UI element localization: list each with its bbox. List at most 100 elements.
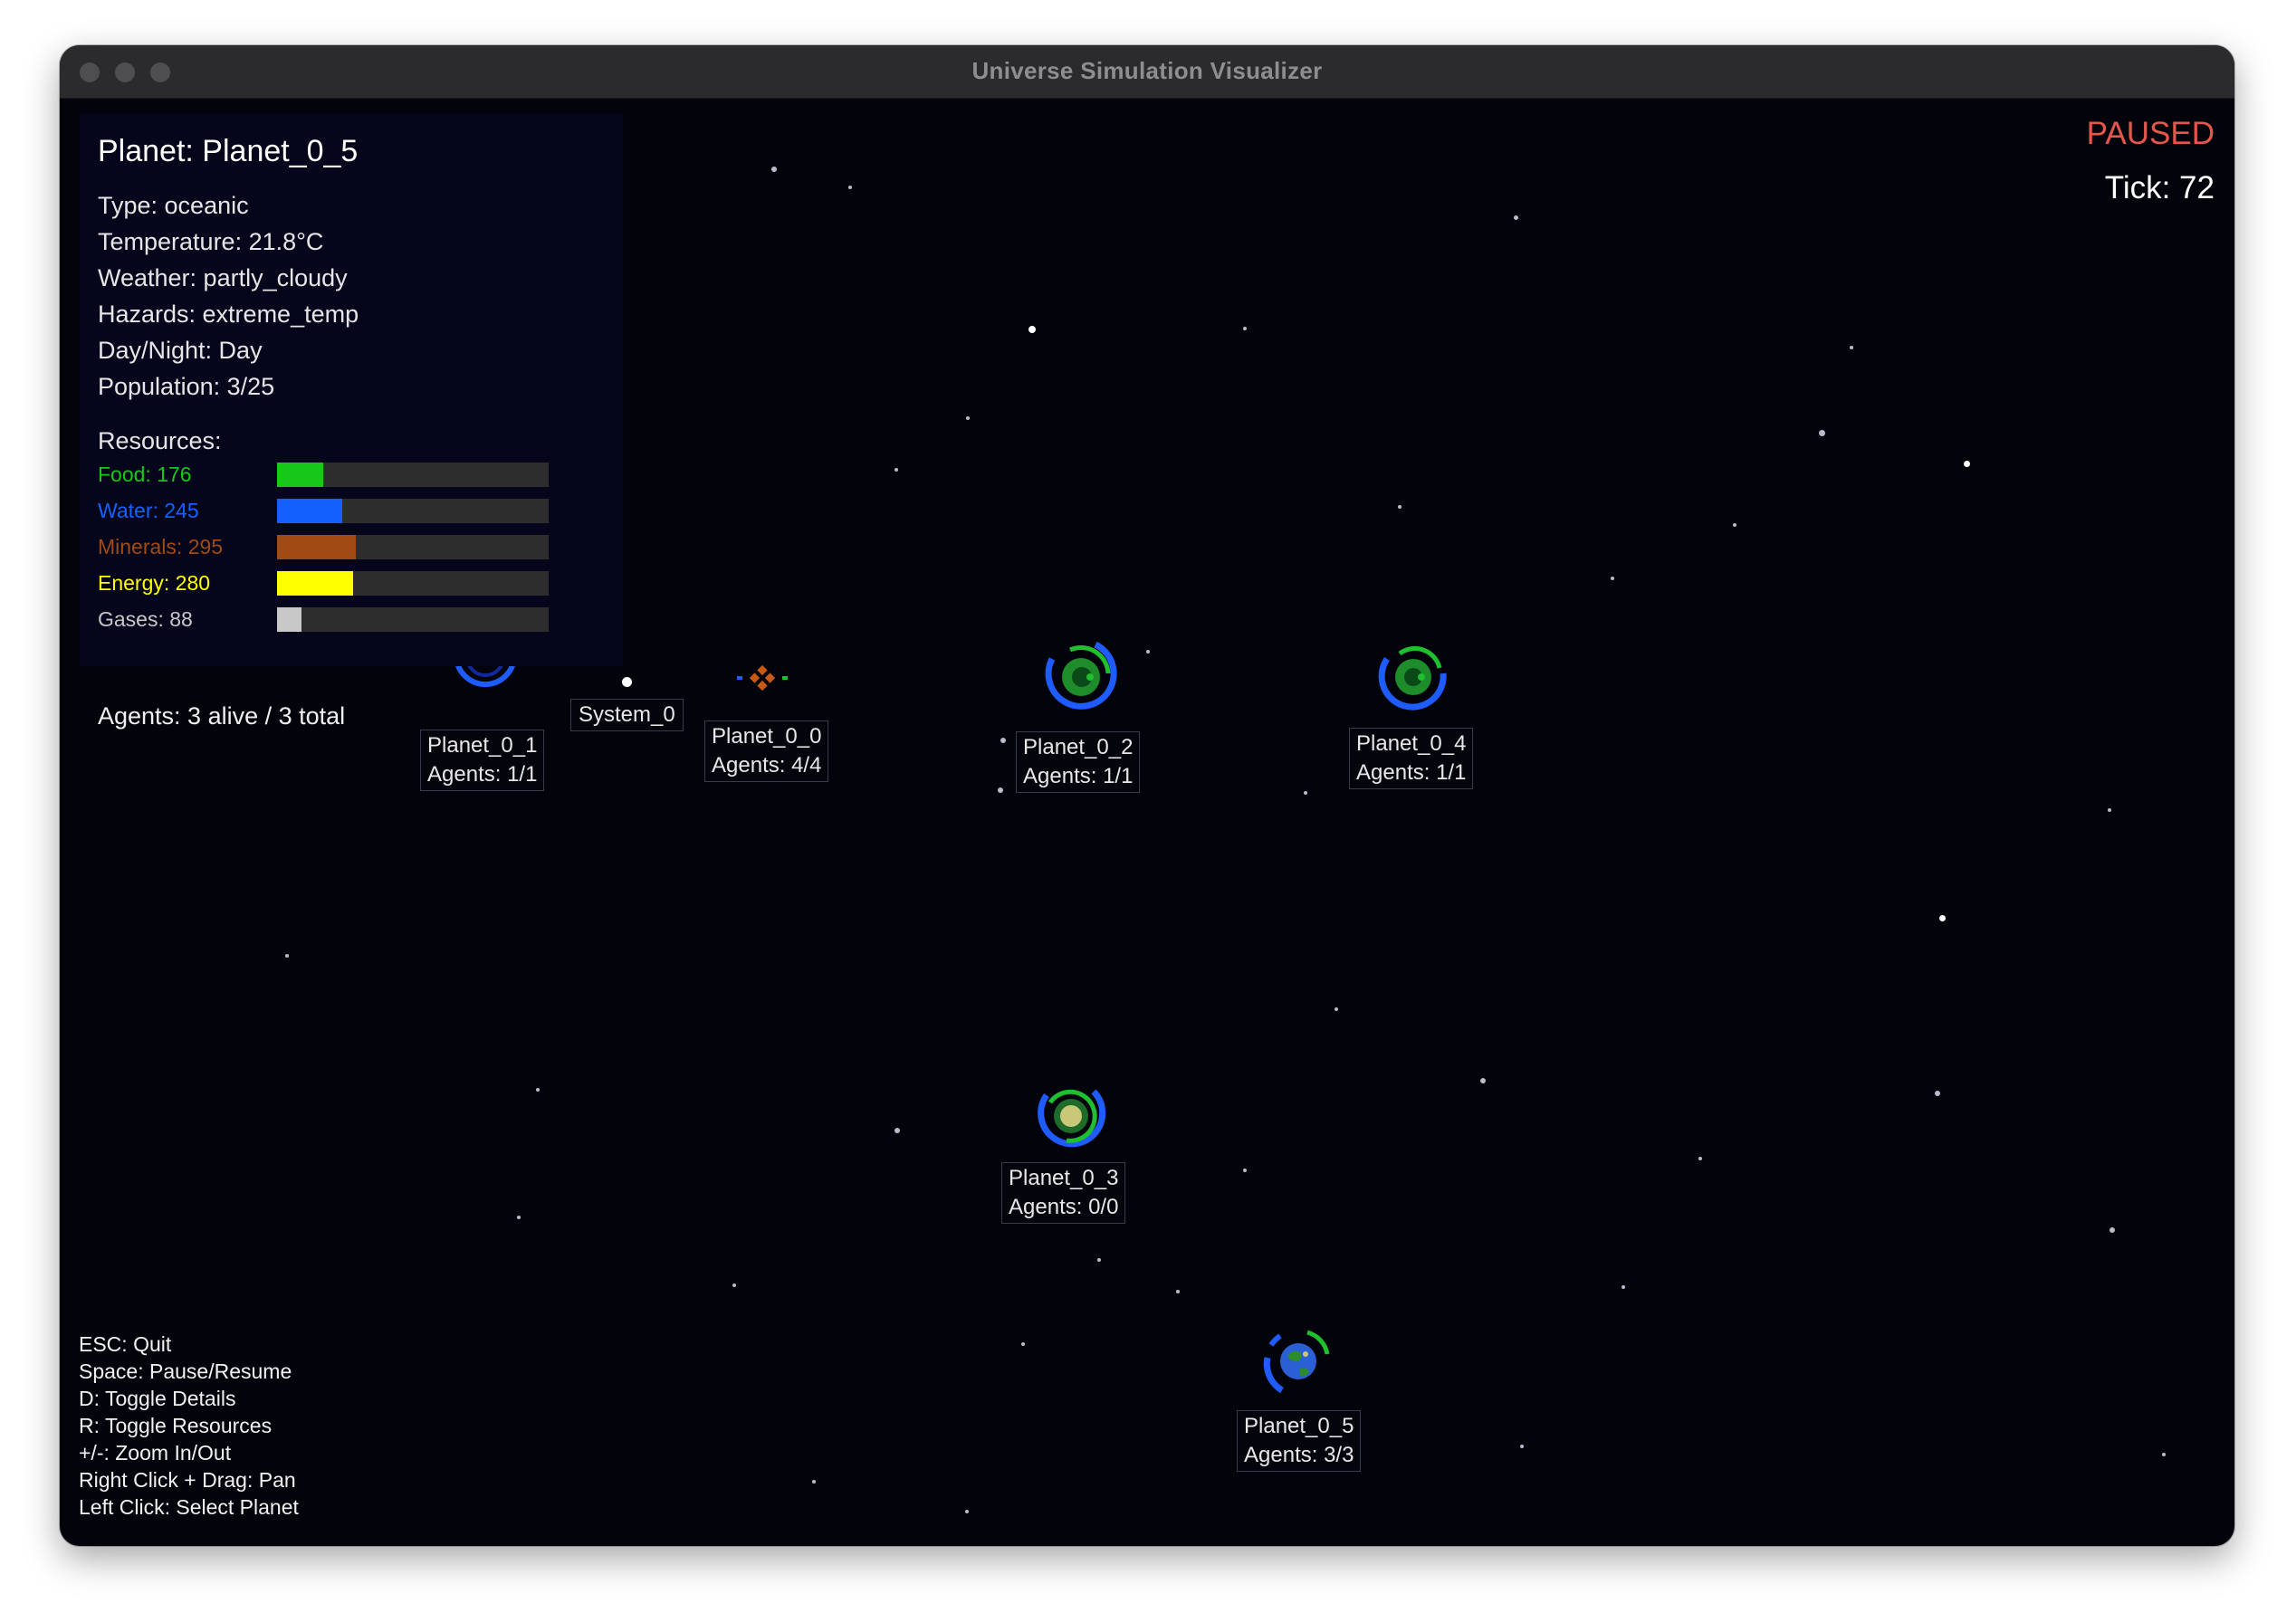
star — [1021, 1342, 1025, 1346]
tick-counter: Tick: 72 — [2104, 170, 2215, 205]
details-title: Planet: Planet_0_5 — [98, 134, 359, 168]
planet-agents: Agents: 1/1 — [1356, 760, 1467, 785]
control-hint: R: Toggle Resources — [79, 1414, 273, 1437]
planet-hazards: Hazards: extreme_temp — [98, 301, 359, 328]
control-hint: Left Click: Select Planet — [79, 1495, 299, 1519]
planet-population: Population: 3/25 — [98, 373, 275, 400]
gases-bar — [277, 607, 549, 632]
control-hint: ESC: Quit — [79, 1332, 172, 1356]
star — [1243, 327, 1247, 330]
controls-help: ESC: Quit Space: Pause/Resume D: Toggle … — [79, 1331, 299, 1521]
star — [1935, 1091, 1940, 1096]
planet-agents: Agents: 1/1 — [1023, 764, 1134, 788]
planet-weather: Weather: partly_cloudy — [98, 264, 348, 291]
gases-label: Gases: 88 — [98, 607, 193, 631]
control-hint: Space: Pause/Resume — [79, 1360, 292, 1383]
star — [285, 954, 289, 958]
star — [536, 1088, 540, 1092]
app-window: Universe Simulation Visualizer System_0 … — [60, 45, 2234, 1546]
star — [848, 186, 852, 189]
planet-agents: Agents: 0/0 — [1009, 1195, 1119, 1219]
star — [965, 1510, 969, 1513]
planet-day-night: Day/Night: Day — [98, 337, 263, 364]
star — [1964, 461, 1970, 467]
planet-name: Planet_0_4 — [1356, 731, 1467, 756]
planet-name: Planet_0_2 — [1023, 735, 1134, 759]
water-label: Water: 245 — [98, 499, 199, 522]
title-bar: Universe Simulation Visualizer — [60, 45, 2234, 99]
star — [1480, 1078, 1486, 1083]
star — [1514, 215, 1518, 220]
planet-name: Planet_0_5 — [1244, 1414, 1354, 1438]
planet-0-0-icon[interactable] — [735, 661, 789, 697]
food-label: Food: 176 — [98, 463, 192, 486]
water-bar-fill — [277, 499, 342, 523]
star — [812, 1480, 816, 1484]
star — [1398, 505, 1402, 509]
star — [1733, 523, 1736, 527]
planet-label: Planet_0_0 Agents: 4/4 — [704, 720, 829, 782]
star — [998, 787, 1003, 793]
star — [1000, 738, 1006, 743]
minerals-bar-fill — [277, 535, 356, 559]
energy-label: Energy: 280 — [98, 571, 211, 595]
planet-name: Planet_0_0 — [712, 724, 822, 749]
planet-0-3-icon[interactable] — [1030, 1075, 1112, 1157]
energy-bar-fill — [277, 571, 353, 596]
planet-temperature: Temperature: 21.8°C — [98, 228, 324, 255]
planet-agents: Agents: 3/3 — [1244, 1443, 1354, 1467]
control-hint: +/-: Zoom In/Out — [79, 1441, 232, 1465]
star — [2109, 1227, 2115, 1233]
minerals-label: Minerals: 295 — [98, 535, 224, 558]
planet-label: Planet_0_3 Agents: 0/0 — [1001, 1162, 1126, 1224]
minerals-bar — [277, 535, 549, 559]
star — [894, 1128, 900, 1133]
star — [966, 416, 970, 420]
agents-summary: Agents: 3 alive / 3 total — [98, 702, 346, 730]
star — [1611, 577, 1614, 580]
energy-bar — [277, 571, 549, 596]
planet-0-4-icon[interactable] — [1373, 637, 1454, 719]
star — [1819, 430, 1825, 436]
pause-status: PAUSED — [2086, 116, 2215, 151]
star — [732, 1283, 736, 1287]
water-bar — [277, 499, 549, 523]
star — [2108, 808, 2111, 812]
system-star[interactable] — [622, 677, 632, 687]
star — [894, 468, 898, 472]
planet-name: Planet_0_3 — [1009, 1166, 1119, 1190]
planet-label: Planet_0_4 Agents: 1/1 — [1349, 728, 1474, 789]
planet-label: Planet_0_2 Agents: 1/1 — [1016, 731, 1141, 793]
planet-label: Planet_0_5 Agents: 3/3 — [1237, 1410, 1362, 1472]
food-bar — [277, 463, 549, 487]
control-hint: Right Click + Drag: Pan — [79, 1468, 296, 1492]
simulation-canvas[interactable]: System_0 Planet_0_1 Agents: 1/1 Planet_0… — [60, 98, 2234, 1546]
planet-name: Planet_0_1 — [427, 733, 538, 758]
planet-0-5-icon[interactable] — [1255, 1318, 1342, 1405]
planet-agents: Agents: 4/4 — [712, 753, 822, 778]
planet-label: Planet_0_1 Agents: 1/1 — [420, 730, 545, 791]
planet-agents: Agents: 1/1 — [427, 762, 538, 787]
system-label: System_0 — [570, 699, 684, 731]
star — [1243, 1169, 1247, 1172]
gases-bar-fill — [277, 607, 301, 632]
star — [1520, 1445, 1524, 1448]
window-title: Universe Simulation Visualizer — [971, 57, 1323, 84]
star — [1146, 650, 1150, 654]
food-bar-fill — [277, 463, 323, 487]
star — [1097, 1258, 1101, 1262]
star — [1939, 915, 1946, 921]
star — [771, 167, 777, 172]
planet-0-2-icon[interactable] — [1039, 635, 1123, 719]
star — [1176, 1290, 1180, 1293]
control-hint: D: Toggle Details — [79, 1387, 236, 1410]
star — [1850, 346, 1853, 349]
planet-details-panel: Planet: Planet_0_5 Type: oceanic Tempera… — [80, 114, 623, 666]
star — [1335, 1007, 1338, 1011]
star — [1304, 791, 1307, 795]
resources-heading: Resources: — [98, 427, 222, 454]
planet-type: Type: oceanic — [98, 192, 249, 219]
star — [517, 1216, 521, 1219]
star — [1698, 1157, 1702, 1160]
star — [1028, 326, 1036, 333]
